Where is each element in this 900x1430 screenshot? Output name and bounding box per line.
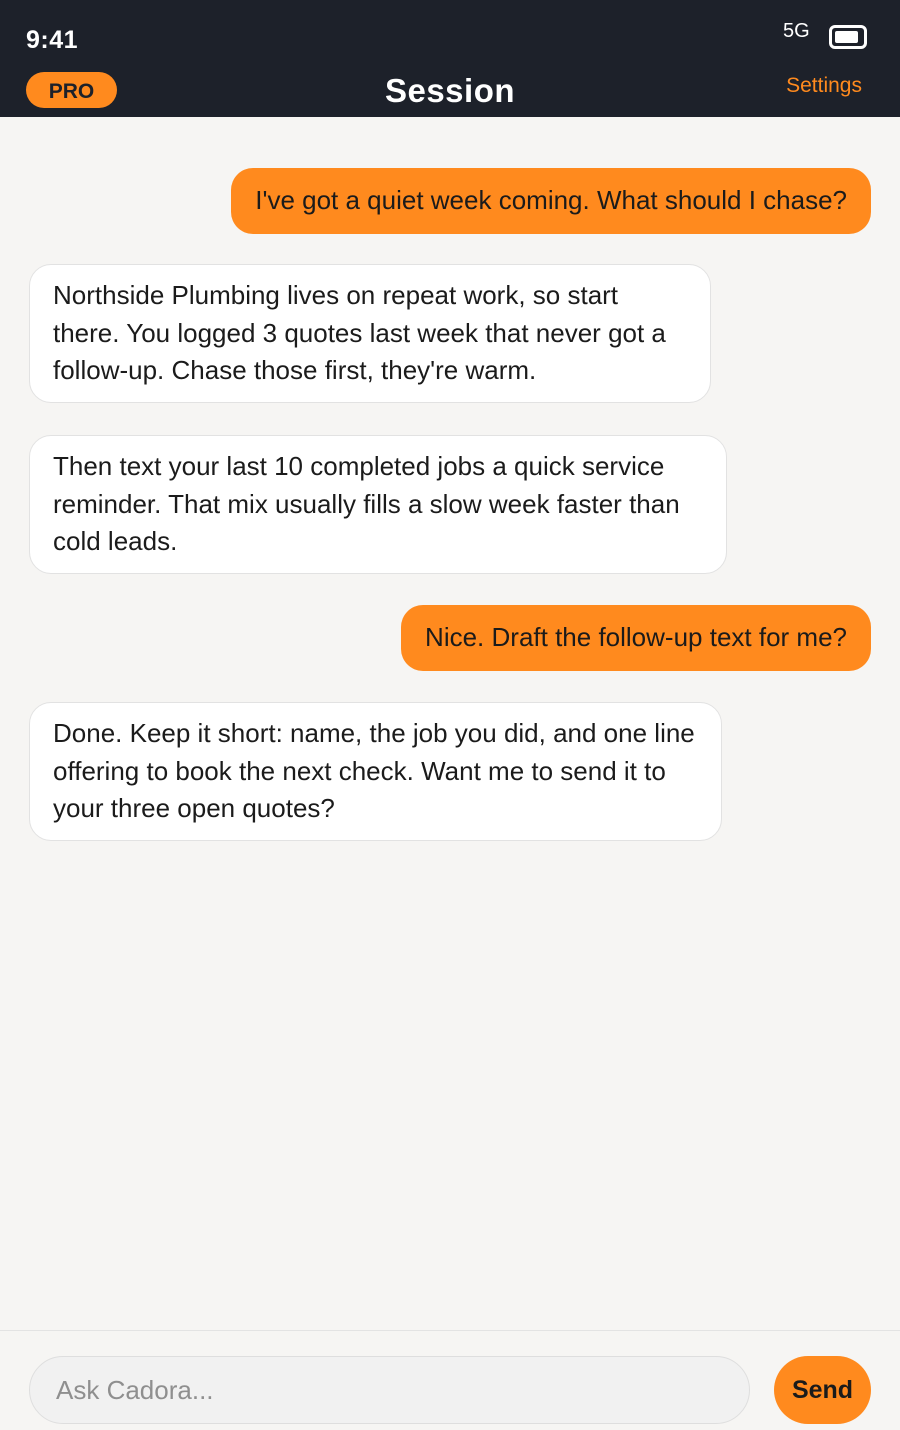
chat-thread: I've got a quiet week coming. What shoul… [0,117,900,1330]
send-button[interactable]: Send [774,1356,871,1424]
assistant-message: Done. Keep it short: name, the job you d… [29,702,722,841]
network-indicator: 5G [783,20,810,42]
assistant-message: Then text your last 10 completed jobs a … [29,435,727,574]
ask-input[interactable] [29,1356,750,1424]
battery-level [835,31,859,43]
user-message: I've got a quiet week coming. What shoul… [231,168,871,234]
page-title: Session [384,72,516,109]
app-header: 9:41 5G PRO Session Settings [0,0,900,117]
composer-bar: Send [0,1330,900,1430]
status-time: 9:41 [26,26,79,54]
user-message: Nice. Draft the follow-up text for me? [401,605,871,671]
assistant-message: Northside Plumbing lives on repeat work,… [29,264,711,403]
settings-link[interactable]: Settings [786,72,862,100]
battery-icon [829,25,867,49]
